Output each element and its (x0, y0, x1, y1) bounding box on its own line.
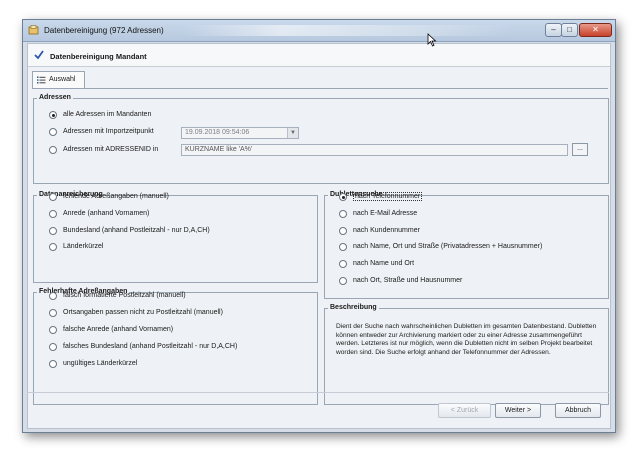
browse-button[interactable]: ... (572, 143, 588, 156)
minimize-button[interactable]: – (545, 23, 562, 37)
radio-button[interactable] (49, 292, 57, 300)
app-icon (28, 25, 39, 35)
maximize-button[interactable]: □ (561, 23, 578, 37)
radio-label: Bundesland (anhand Postleitzahl - nur D,… (63, 227, 210, 234)
radio-label: alle Adressen im Mandanten (63, 111, 152, 118)
radio-button[interactable] (49, 227, 57, 235)
tab-auswahl-label: Auswahl (49, 76, 76, 83)
radio-label: Anrede (anhand Vornamen) (63, 210, 150, 217)
list-icon (37, 76, 46, 84)
adressen-group-title: Adressen (37, 94, 73, 101)
cancel-button[interactable]: Abbruch (555, 403, 601, 418)
beschreibung-group-title: Beschreibung (328, 304, 379, 311)
cleanup-check-icon (34, 50, 44, 60)
footer-separator (27, 392, 609, 393)
radio-button[interactable] (49, 360, 57, 368)
radio-button[interactable] (49, 193, 57, 201)
radio-button[interactable] (49, 111, 57, 119)
importzeitpunkt-value: 19.09.2018 09:54:06 (185, 129, 250, 136)
title-bar[interactable]: Datenbereinigung (972 Adressen) – □ ✕ (23, 20, 615, 42)
radio-label: nach Name, Ort und Straße (Privatadresse… (353, 243, 543, 250)
radio-button[interactable] (339, 277, 347, 285)
radio-label: Adressen mit Importzeitpunkt (63, 128, 154, 135)
chevron-down-icon[interactable]: ▼ (287, 128, 298, 138)
radio-label: ungültiges Länderkürzel (63, 360, 138, 367)
datenbereinigung-window: Datenbereinigung (972 Adressen) – □ ✕ Da… (22, 19, 616, 433)
radio-button[interactable] (49, 210, 57, 218)
importzeitpunkt-select[interactable]: 19.09.2018 09:54:06 ▼ (181, 127, 299, 139)
radio-label: fehlende Adreßangaben (manuell) (63, 193, 169, 200)
radio-button[interactable] (339, 227, 347, 235)
radio-label: falsches Bundesland (anhand Postleitzahl… (63, 343, 238, 350)
tab-auswahl[interactable]: Auswahl (32, 71, 85, 88)
radio-button[interactable] (339, 193, 347, 201)
radio-label: nach Ort, Straße und Hausnummer (353, 277, 463, 284)
radio-label: nach Telefonnummer (353, 192, 423, 201)
radio-button[interactable] (49, 326, 57, 334)
dialog-header-title: Datenbereinigung Mandant (50, 52, 147, 61)
radio-button[interactable] (49, 128, 57, 136)
radio-button[interactable] (339, 260, 347, 268)
radio-label: nach E-Mail Adresse (353, 210, 418, 217)
adressenid-filter-input[interactable]: KURZNAME like 'A%' (181, 144, 568, 156)
radio-label: Länderkürzel (63, 243, 104, 250)
radio-button[interactable] (49, 343, 57, 351)
window-title: Datenbereinigung (972 Adressen) (44, 26, 164, 35)
beschreibung-group: Beschreibung Dient der Suche nach wahrsc… (324, 304, 609, 405)
radio-label: nach Name und Ort (353, 260, 415, 267)
dialog-header: Datenbereinigung Mandant (28, 44, 610, 67)
radio-button[interactable] (49, 309, 57, 317)
radio-label: nach Kundennummer (353, 227, 420, 234)
next-button[interactable]: Weiter > (495, 403, 541, 418)
radio-button[interactable] (49, 146, 57, 154)
mouse-pointer-icon (427, 33, 437, 47)
radio-button[interactable] (339, 210, 347, 218)
blurred-taskbar-area (183, 25, 513, 36)
radio-label: falsch formatierte Postleitzahl (manuell… (63, 292, 186, 299)
radio-button[interactable] (339, 243, 347, 251)
tab-divider (32, 88, 608, 89)
back-button[interactable]: < Zurück (438, 403, 491, 418)
beschreibung-text: Dient der Suche nach wahrscheinlichen Du… (336, 323, 597, 356)
radio-button[interactable] (49, 243, 57, 251)
datenanreicherung-group: Datenanreicherung (33, 191, 318, 283)
radio-label: falsche Anrede (anhand Vornamen) (63, 326, 174, 333)
radio-label: Adressen mit ADRESSENID in (63, 146, 159, 153)
radio-label: Ortsangaben passen nicht zu Postleitzahl… (63, 309, 223, 316)
close-button[interactable]: ✕ (579, 23, 612, 37)
